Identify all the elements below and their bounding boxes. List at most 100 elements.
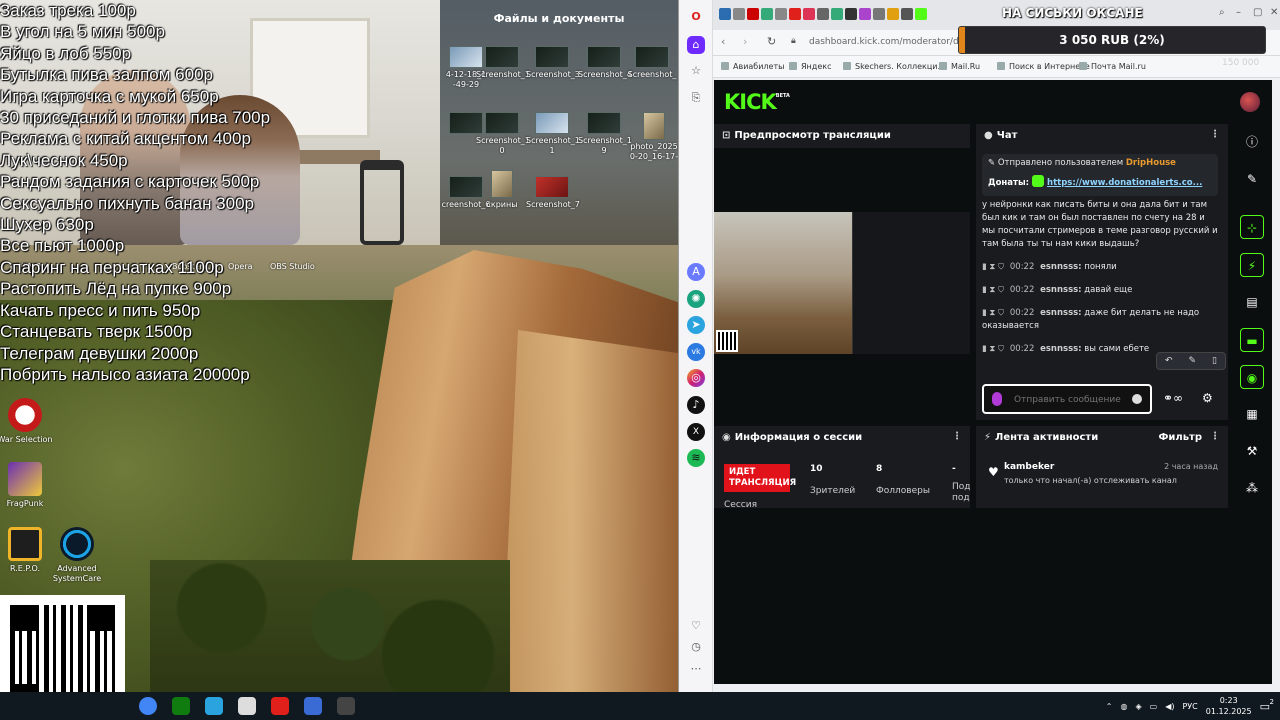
document-icon[interactable]: ▤ [1240, 290, 1264, 314]
url-text[interactable]: dashboard.kick.com/moderator/driph [809, 37, 976, 47]
close-icon[interactable]: ✕ [1270, 7, 1278, 18]
browser-tab[interactable] [859, 8, 871, 20]
message-mod-icons[interactable]: ▮ ⧗ ⛉ [982, 344, 1007, 354]
browser-tab[interactable] [747, 8, 759, 20]
server-icon[interactable] [304, 697, 322, 715]
telegram-icon[interactable]: ➤ [687, 316, 705, 334]
reply-icon[interactable]: ↶ [1165, 356, 1173, 366]
chatgpt-icon[interactable]: ✺ [687, 290, 705, 308]
people-infinity-icon[interactable]: ⚭∞ [1163, 391, 1183, 405]
session-menu-icon[interactable]: ⋮ [952, 431, 962, 442]
gamepad-icon[interactable]: ⎘ [687, 89, 705, 107]
browser-tab[interactable] [915, 8, 927, 20]
bookmark-item[interactable]: Авиабилеты [721, 62, 784, 71]
mic-icon[interactable]: ◍ [1121, 702, 1128, 711]
desktop-file[interactable]: Screenshot_1 [476, 46, 530, 80]
info-icon[interactable]: ⓘ [1240, 130, 1264, 154]
desktop-shortcut[interactable]: FragPunk [0, 462, 54, 509]
kick-logo[interactable]: KICKBETA [724, 90, 790, 114]
message-username[interactable]: esnnsss: [1040, 262, 1082, 272]
message-username[interactable]: esnnsss: [1040, 308, 1082, 318]
volume-icon[interactable]: ◀) [1165, 702, 1174, 711]
message-mod-icons[interactable]: ▮ ⧗ ⛉ [982, 285, 1007, 295]
reload-icon[interactable]: ↻ [767, 35, 776, 48]
chat-icon[interactable]: ▬ [1240, 328, 1264, 352]
instagram-icon[interactable]: ◎ [687, 369, 705, 387]
browser-tab[interactable] [831, 8, 843, 20]
lightning-icon[interactable]: ⚡︎ [1240, 253, 1264, 277]
browser-tab[interactable] [901, 8, 913, 20]
broadcast-icon[interactable]: ◉ [1240, 365, 1264, 389]
browser-tab[interactable] [761, 8, 773, 20]
home-icon[interactable]: ⌂ [687, 36, 705, 54]
browser-tab[interactable] [845, 8, 857, 20]
language-indicator[interactable]: РУС [1182, 702, 1197, 711]
chevron-up-icon[interactable]: ⌃ [1106, 702, 1113, 711]
layers-icon[interactable]: ▦ [1240, 402, 1264, 426]
desktop-file[interactable]: Screenshot_4 [578, 46, 632, 80]
pinned-user[interactable]: DripHouse [1126, 158, 1176, 168]
chat-message[interactable]: ▮ ⧗ ⛉ 00:22 esnnsss: поняли [982, 261, 1220, 274]
pinned-message[interactable]: ✎ Отправлено пользователем DripHouse Дон… [982, 154, 1218, 196]
xbox-icon[interactable] [172, 697, 190, 715]
delete-icon[interactable]: ▯ [1212, 356, 1217, 366]
network-icon[interactable]: ▭ [1150, 702, 1158, 711]
browser-tab[interactable] [719, 8, 731, 20]
message-username[interactable]: esnnsss: [1040, 285, 1082, 295]
more-icon[interactable]: ⋯ [687, 660, 705, 678]
chat-message[interactable]: ▮ ⧗ ⛉ 00:20 esnnsss: Привет мы с другом … [982, 198, 1220, 251]
bookmark-item[interactable]: Mail.Ru [939, 62, 980, 71]
obs-icon[interactable] [337, 697, 355, 715]
donations-link[interactable]: https://www.donationalerts.co... [1047, 178, 1202, 188]
chat-menu-icon[interactable]: ⋮ [1210, 129, 1220, 140]
stream-preview-video[interactable] [714, 212, 970, 354]
browser-tab[interactable] [817, 8, 829, 20]
desktop-file[interactable]: Screenshot_1 1 [526, 112, 580, 156]
chrome-icon[interactable] [139, 697, 157, 715]
activity-menu-icon[interactable]: ⋮ [1210, 431, 1220, 442]
pin-message-icon[interactable]: ✎ [1189, 356, 1197, 366]
opera-logo-icon[interactable]: O [687, 8, 705, 26]
shield-icon[interactable]: ◈ [1135, 702, 1141, 711]
mic-icon[interactable] [992, 392, 1002, 406]
maximize-icon[interactable]: ▢ [1253, 7, 1262, 18]
desktop-file[interactable]: Screenshot_3 [526, 46, 580, 80]
chat-input-box[interactable] [982, 384, 1152, 414]
spotify-icon[interactable]: ≋ [687, 449, 705, 467]
desktop-file[interactable]: Screenshot_1 0 [476, 112, 530, 156]
minimize-icon[interactable]: – [1236, 7, 1241, 18]
message-mod-icons[interactable]: ▮ ⧗ ⛉ [982, 262, 1007, 272]
chat-message-input[interactable] [1014, 392, 1134, 408]
bookmark-item[interactable]: Яндекс [789, 62, 831, 71]
desktop-file[interactable]: скрины [476, 170, 528, 210]
bookmark-item[interactable]: Почта Mail.ru [1079, 62, 1146, 71]
message-username[interactable]: esnnsss: [1040, 344, 1082, 354]
tab-icon[interactable] [238, 697, 256, 715]
star-icon[interactable]: ☆ [687, 62, 705, 80]
bookmark-item[interactable]: Skechers. Коллекци... [843, 62, 945, 71]
chat-message[interactable]: ▮ ⧗ ⛉ 00:22 esnnsss: давай еще [982, 284, 1220, 297]
browser-tab[interactable] [733, 8, 745, 20]
heart-icon[interactable]: ♡ [687, 617, 705, 635]
filter-button[interactable]: Фильтр [1158, 432, 1202, 443]
desktop-shortcut[interactable]: R.E.P.O. [0, 527, 54, 574]
desktop-file[interactable]: Screenshot_7 [526, 176, 580, 210]
telegram-icon[interactable] [205, 697, 223, 715]
opera-icon[interactable] [271, 697, 289, 715]
desktop-file[interactable]: photo_2025 0-20_16-17- [628, 112, 680, 162]
desktop-file[interactable]: Screenshot_ [626, 46, 678, 80]
message-mod-icons[interactable]: ▮ ⧗ ⛉ [982, 308, 1007, 318]
browser-tab[interactable] [803, 8, 815, 20]
gear-icon[interactable]: ⚙ [1202, 391, 1213, 405]
forward-icon[interactable]: › [743, 35, 747, 48]
avatar[interactable] [1240, 92, 1260, 112]
wrench-icon[interactable]: ⚒ [1240, 439, 1264, 463]
browser-tab[interactable] [775, 8, 787, 20]
aria-icon[interactable]: A [687, 263, 705, 281]
activity-user[interactable]: kambeker [1004, 462, 1054, 472]
chat-message[interactable]: ▮ ⧗ ⛉ 00:22 esnnsss: даже бит делать не … [982, 307, 1220, 333]
browser-tab[interactable] [887, 8, 899, 20]
desktop-shortcut[interactable]: War Selection [0, 398, 54, 445]
x-icon[interactable]: X [687, 423, 705, 441]
search-icon[interactable]: ⌕ [1219, 7, 1225, 18]
